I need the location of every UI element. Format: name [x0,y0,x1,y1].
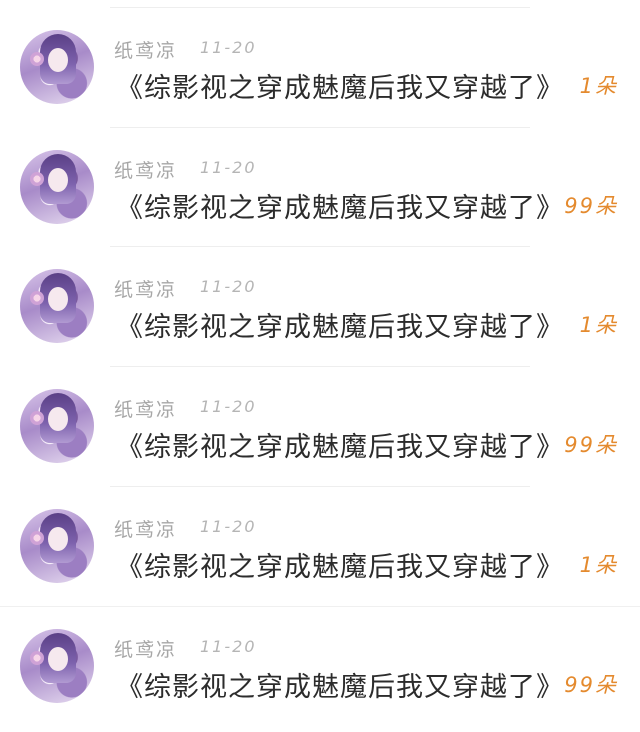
user-name[interactable]: 纸鸢凉 [114,36,177,63]
flower-count: 1朵 [579,74,618,98]
flower-count: 99朵 [564,193,618,218]
avatar-flower [30,530,44,545]
avatar-flower [30,52,44,66]
book-title[interactable]: 《综影视之穿成魅魔后我又穿越了》 [116,305,564,344]
user-name[interactable]: 纸鸢凉 [114,275,177,302]
item-date: 11-20 [200,516,257,536]
avatar[interactable] [20,389,94,464]
list-item[interactable]: 纸鸢凉 11-20 《综影视之穿成魅魔后我又穿越了》 99朵 [0,367,640,487]
book-title[interactable]: 《综影视之穿成魅魔后我又穿越了》 [116,186,564,225]
item-date: 11-20 [200,277,257,297]
avatar-face [48,526,68,551]
avatar-face [48,407,68,432]
user-name[interactable]: 纸鸢凉 [114,515,177,542]
avatar-flower [30,411,44,426]
item-date: 11-20 [200,637,257,657]
user-name[interactable]: 纸鸢凉 [114,395,177,422]
gift-list: 纸鸢凉 11-20 《综影视之穿成魅魔后我又穿越了》 1朵 纸鸢凉 11-20 … [0,8,640,727]
list-item[interactable]: 纸鸢凉 11-20 《综影视之穿成魅魔后我又穿越了》 1朵 [0,8,640,128]
avatar-face [48,48,68,72]
list-item[interactable]: 纸鸢凉 11-20 《综影视之穿成魅魔后我又穿越了》 99朵 [0,128,640,248]
item-date: 11-20 [200,397,257,417]
avatar[interactable] [20,629,94,704]
avatar[interactable] [20,269,94,344]
flower-count: 1朵 [579,313,618,338]
avatar[interactable] [20,149,94,224]
user-name[interactable]: 纸鸢凉 [114,635,177,662]
flower-count: 99朵 [564,673,618,698]
avatar-flower [30,171,44,186]
book-title[interactable]: 《综影视之穿成魅魔后我又穿越了》 [116,66,564,105]
avatar[interactable] [20,508,94,583]
book-title[interactable]: 《综影视之穿成魅魔后我又穿越了》 [116,425,564,464]
avatar-face [48,167,68,192]
book-title[interactable]: 《综影视之穿成魅魔后我又穿越了》 [116,665,564,704]
flower-count: 1朵 [579,552,618,577]
book-title[interactable]: 《综影视之穿成魅魔后我又穿越了》 [116,545,564,584]
avatar[interactable] [20,30,94,104]
user-name[interactable]: 纸鸢凉 [114,156,177,183]
item-date: 11-20 [200,157,257,177]
item-date: 11-20 [200,38,257,57]
list-item[interactable]: 纸鸢凉 11-20 《综影视之穿成魅魔后我又穿越了》 99朵 [0,606,640,727]
list-item[interactable]: 纸鸢凉 11-20 《综影视之穿成魅魔后我又穿越了》 1朵 [0,247,640,368]
flower-count: 99朵 [564,433,618,458]
list-item[interactable]: 纸鸢凉 11-20 《综影视之穿成魅魔后我又穿越了》 1朵 [0,487,640,607]
